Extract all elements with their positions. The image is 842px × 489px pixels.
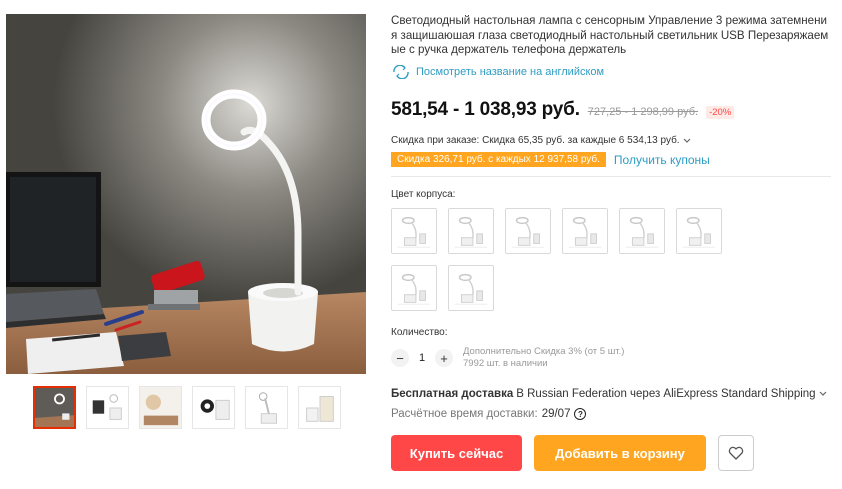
- price-row: 581,54 - 1 038,93 руб. 727,25 - 1 298,99…: [391, 99, 831, 121]
- help-icon[interactable]: ?: [574, 408, 587, 420]
- chevron-down-icon: [819, 391, 827, 396]
- color-swatch[interactable]: [448, 265, 494, 311]
- coupon-row: Скидка 326,71 руб. с каждых 12 937,58 ру…: [391, 152, 831, 167]
- color-swatch[interactable]: [676, 208, 722, 254]
- color-swatch[interactable]: [391, 265, 437, 311]
- get-coupons-link[interactable]: Получить купоны: [614, 153, 710, 167]
- thumbnail-3[interactable]: [139, 386, 182, 429]
- quantity-input[interactable]: 1: [409, 352, 435, 364]
- color-swatch[interactable]: [562, 208, 608, 254]
- main-product-image[interactable]: [6, 14, 366, 374]
- shipping-info[interactable]: Бесплатная доставка В Russian Federation…: [391, 388, 831, 400]
- translate-link-label: Посмотреть название на английском: [416, 66, 605, 78]
- product-info-panel: Светодиодный настольная лампа с сенсорны…: [391, 14, 831, 471]
- product-title: Светодиодный настольная лампа с сенсорны…: [391, 14, 829, 56]
- stock-text: 7992 шт. в наличии: [463, 358, 548, 369]
- thumbnail-6[interactable]: [298, 386, 341, 429]
- color-swatches: [391, 208, 731, 311]
- add-to-cart-button[interactable]: Добавить в корзину: [534, 435, 706, 471]
- quantity-label: Количество:: [391, 327, 448, 338]
- current-price: 581,54 - 1 038,93 руб.: [391, 99, 580, 120]
- color-label: Цвет корпуса:: [391, 189, 456, 200]
- thumbnail-2[interactable]: [86, 386, 129, 429]
- buy-now-button[interactable]: Купить сейчас: [391, 435, 522, 471]
- coupon-badge: Скидка 326,71 руб. с каждых 12 937,58 ру…: [391, 152, 606, 167]
- bulk-discount-text: Дополнительно Скидка 3% (от 5 шт.): [463, 346, 625, 357]
- thumbnail-1[interactable]: [33, 386, 76, 429]
- quantity-stepper: − 1 + Дополнительно Скидка 3% (от 5 шт.)…: [391, 346, 831, 370]
- delivery-estimate: Расчётное время доставки: 29/07 ?: [391, 408, 831, 420]
- delivery-label: Расчётное время доставки:: [391, 408, 538, 420]
- thumbnail-4[interactable]: [192, 386, 235, 429]
- translate-link[interactable]: Посмотреть название на английском: [391, 65, 831, 79]
- quantity-increase-button[interactable]: +: [435, 349, 453, 367]
- original-price: 727,25 - 1 298,99 руб.: [587, 106, 699, 118]
- quantity-info: Дополнительно Скидка 3% (от 5 шт.) 7992 …: [463, 346, 624, 370]
- translate-icon: [393, 65, 409, 79]
- color-swatch[interactable]: [391, 208, 437, 254]
- color-swatch[interactable]: [448, 208, 494, 254]
- discount-badge: -20%: [706, 106, 735, 119]
- shipping-details: В Russian Federation через AliExpress St…: [516, 388, 816, 400]
- chevron-down-icon: [683, 138, 691, 143]
- free-shipping-label: Бесплатная доставка: [391, 388, 514, 400]
- heart-icon: [728, 446, 744, 460]
- delivery-date: 29/07: [541, 408, 571, 420]
- color-swatch[interactable]: [505, 208, 551, 254]
- color-swatch[interactable]: [619, 208, 665, 254]
- action-buttons: Купить сейчас Добавить в корзину: [391, 435, 831, 471]
- order-discount[interactable]: Скидка при заказе: Скидка 65,35 руб. за …: [391, 135, 831, 146]
- order-discount-text: Скидка при заказе: Скидка 65,35 руб. за …: [391, 135, 680, 146]
- divider: [391, 176, 831, 177]
- thumbnail-strip: [33, 386, 341, 429]
- quantity-decrease-button[interactable]: −: [391, 349, 409, 367]
- wishlist-button[interactable]: [718, 435, 754, 471]
- thumbnail-5[interactable]: [245, 386, 288, 429]
